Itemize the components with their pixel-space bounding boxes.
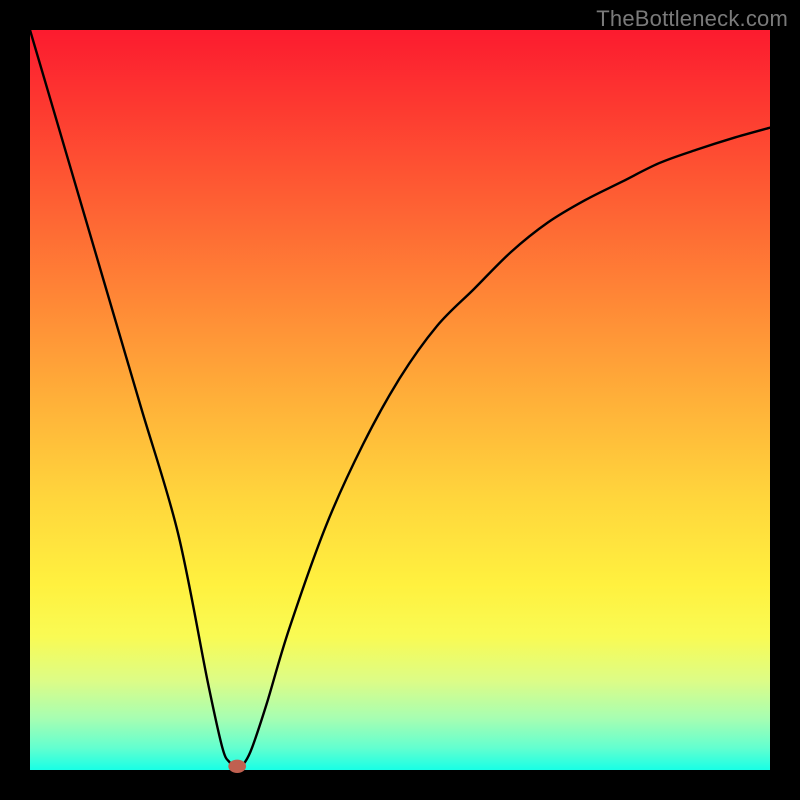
minimum-marker: [228, 760, 246, 773]
bottleneck-curve: [30, 30, 770, 770]
chart-svg: [30, 30, 770, 770]
chart-frame: TheBottleneck.com: [0, 0, 800, 800]
watermark-text: TheBottleneck.com: [596, 6, 788, 32]
plot-area: [30, 30, 770, 770]
